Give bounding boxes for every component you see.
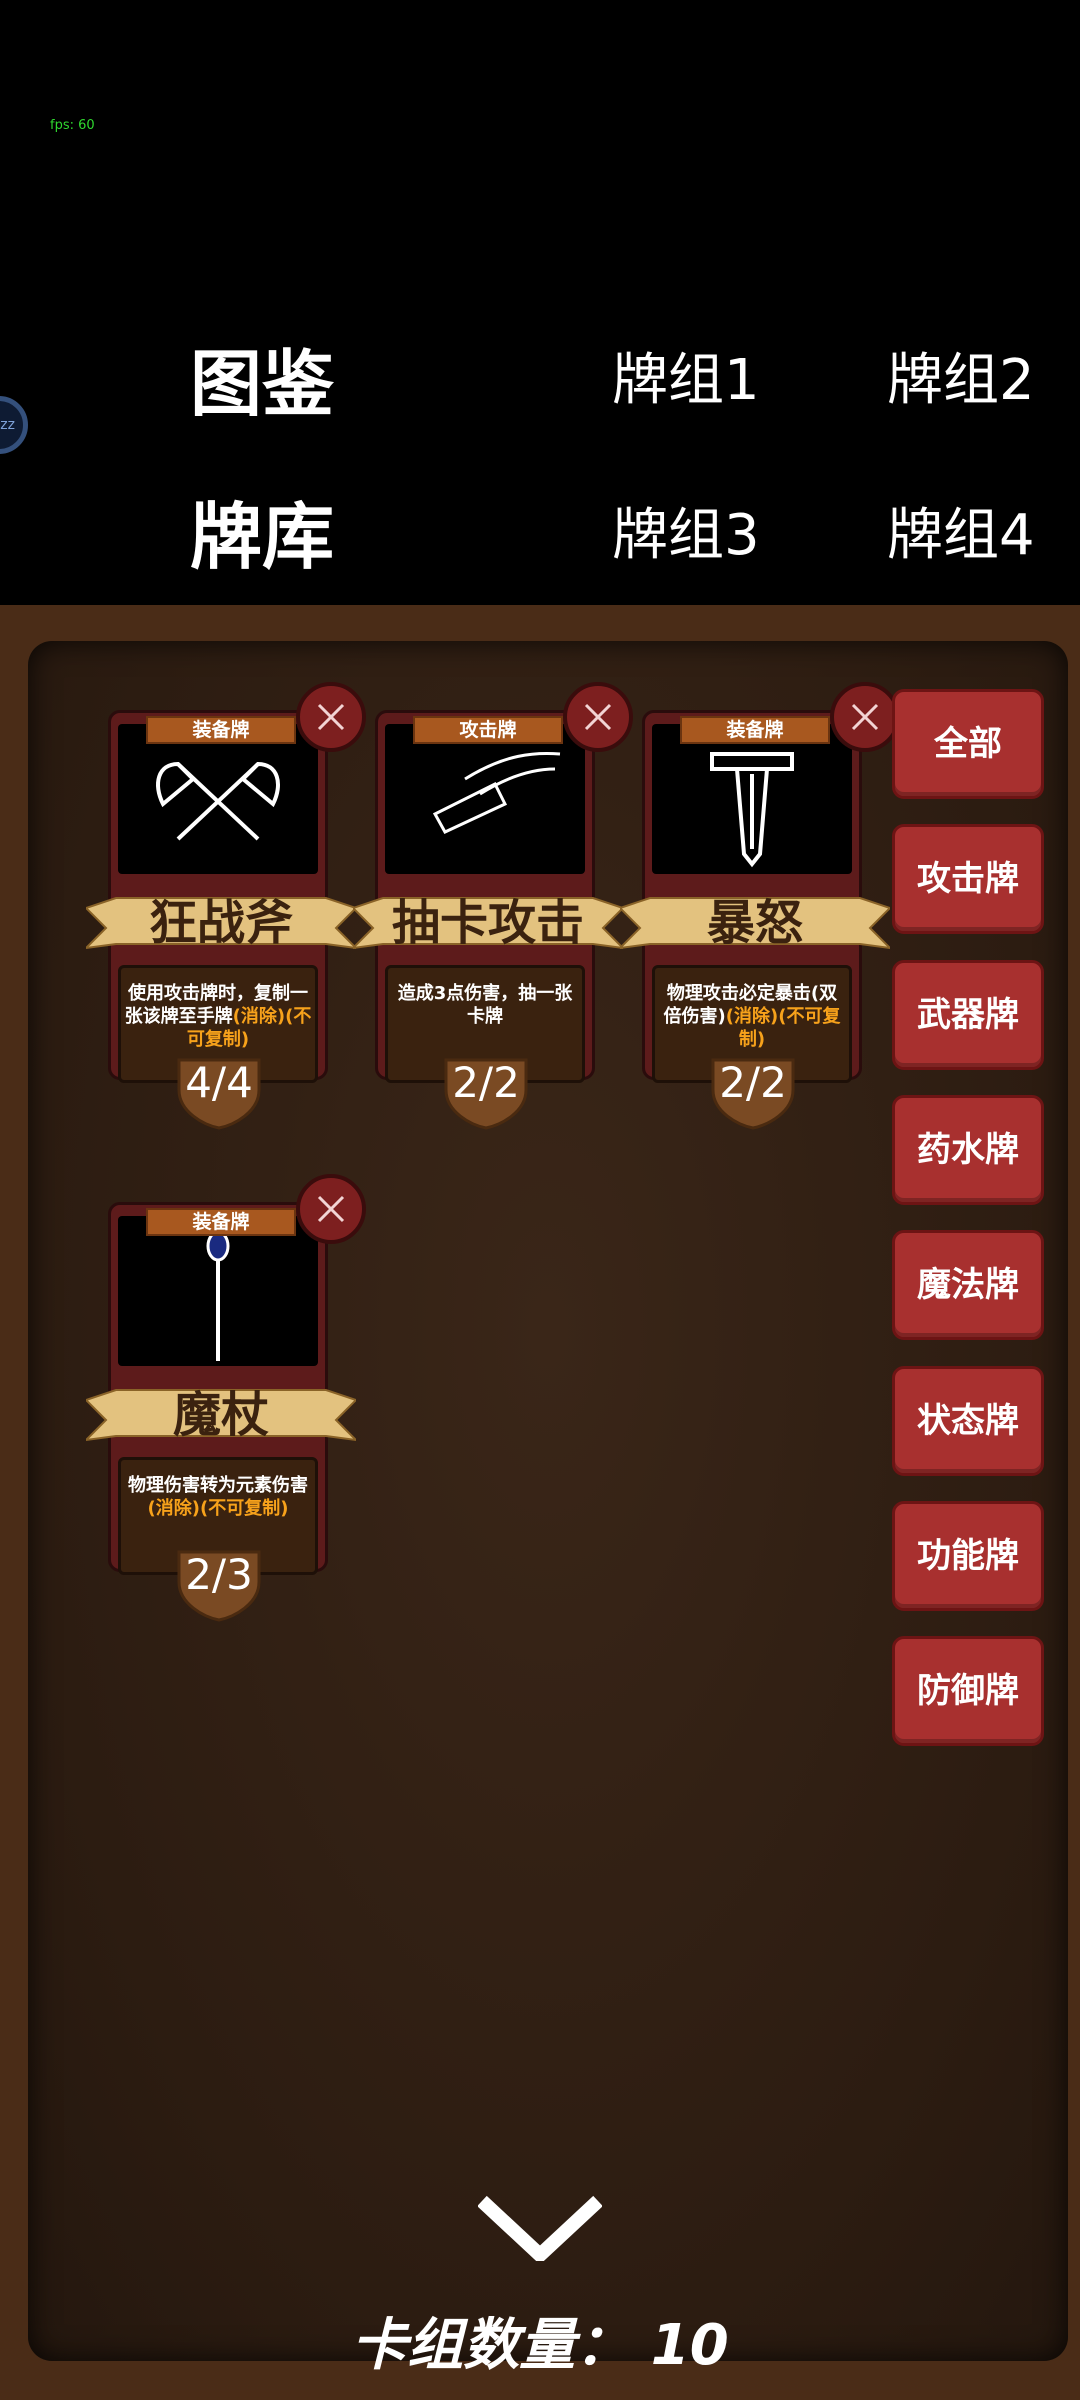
filter-defense-button[interactable]: 防御牌 <box>892 1636 1044 1746</box>
card-baonu[interactable]: 装备牌 暴怒 物理攻击必定暴击(双倍伤害)(消除)(不可复制) 2/2 <box>620 682 900 1140</box>
tab-deck2[interactable]: 牌组2 <box>887 335 1035 416</box>
filter-function-button[interactable]: 功能牌 <box>892 1501 1044 1611</box>
remove-card-button[interactable] <box>830 682 900 752</box>
card-name: 狂战斧 <box>148 895 293 951</box>
card-type-label: 装备牌 <box>146 1208 296 1236</box>
card-type-label: 攻击牌 <box>413 716 563 744</box>
deck-count-label: 卡组数量： 10 <box>351 2313 729 2378</box>
filter-status-button[interactable]: 状态牌 <box>892 1366 1044 1476</box>
filter-weapon-button[interactable]: 武器牌 <box>892 960 1044 1070</box>
card-name: 魔杖 <box>172 1387 269 1443</box>
card-name: 暴怒 <box>706 895 803 951</box>
card-type-label: 装备牌 <box>680 716 830 744</box>
tab-deck4[interactable]: 牌组4 <box>887 490 1035 571</box>
card-chouka-gongji[interactable]: 攻击牌 抽卡攻击 造成3点伤害，抽一张卡牌 2/2 <box>353 682 633 1140</box>
card-name: 抽卡攻击 <box>391 895 584 951</box>
card-type-label: 装备牌 <box>146 716 296 744</box>
tab-deck3[interactable]: 牌组3 <box>612 490 760 571</box>
filter-all-button[interactable]: 全部 <box>892 689 1044 799</box>
filter-attack-button[interactable]: 攻击牌 <box>892 824 1044 934</box>
card-kuangzhanfu[interactable]: 装备牌 狂战斧 使用攻击牌时，复制一张该牌至手牌(消除)(不可复制) 4/4 <box>86 682 366 1140</box>
tab-paiku[interactable]: 牌库 <box>190 478 334 583</box>
sleep-badge[interactable]: zz <box>0 396 28 454</box>
filter-magic-button[interactable]: 魔法牌 <box>892 1230 1044 1340</box>
slash-icon <box>385 724 585 874</box>
card-desc: 使用攻击牌时，复制一张该牌至手牌(消除)(不可复制) <box>124 983 312 1050</box>
card-count: 4/4 <box>185 1058 253 1107</box>
fps-counter: fps: 60 <box>50 118 95 133</box>
card-mozhang[interactable]: 装备牌 魔杖 物理伤害转为元素伤害(消除)(不可复制) 2/3 <box>86 1174 366 1632</box>
tab-deck1[interactable]: 牌组1 <box>612 335 760 416</box>
card-desc: 物理伤害转为元素伤害(消除)(不可复制) <box>128 1475 308 1519</box>
chevron-down-icon[interactable] <box>478 2195 602 2261</box>
sword-icon <box>652 724 852 874</box>
card-desc: 物理攻击必定暴击(双倍伤害)(消除)(不可复制) <box>663 983 841 1050</box>
filter-potion-button[interactable]: 药水牌 <box>892 1095 1044 1205</box>
double-axe-icon <box>118 724 318 874</box>
card-desc: 造成3点伤害，抽一张卡牌 <box>397 983 573 1027</box>
card-count: 2/2 <box>719 1058 787 1107</box>
card-count: 2/3 <box>185 1550 253 1599</box>
remove-card-button[interactable] <box>296 1174 366 1244</box>
card-count: 2/2 <box>452 1058 520 1107</box>
staff-icon <box>118 1216 318 1366</box>
tab-tujian[interactable]: 图鉴 <box>190 325 334 430</box>
